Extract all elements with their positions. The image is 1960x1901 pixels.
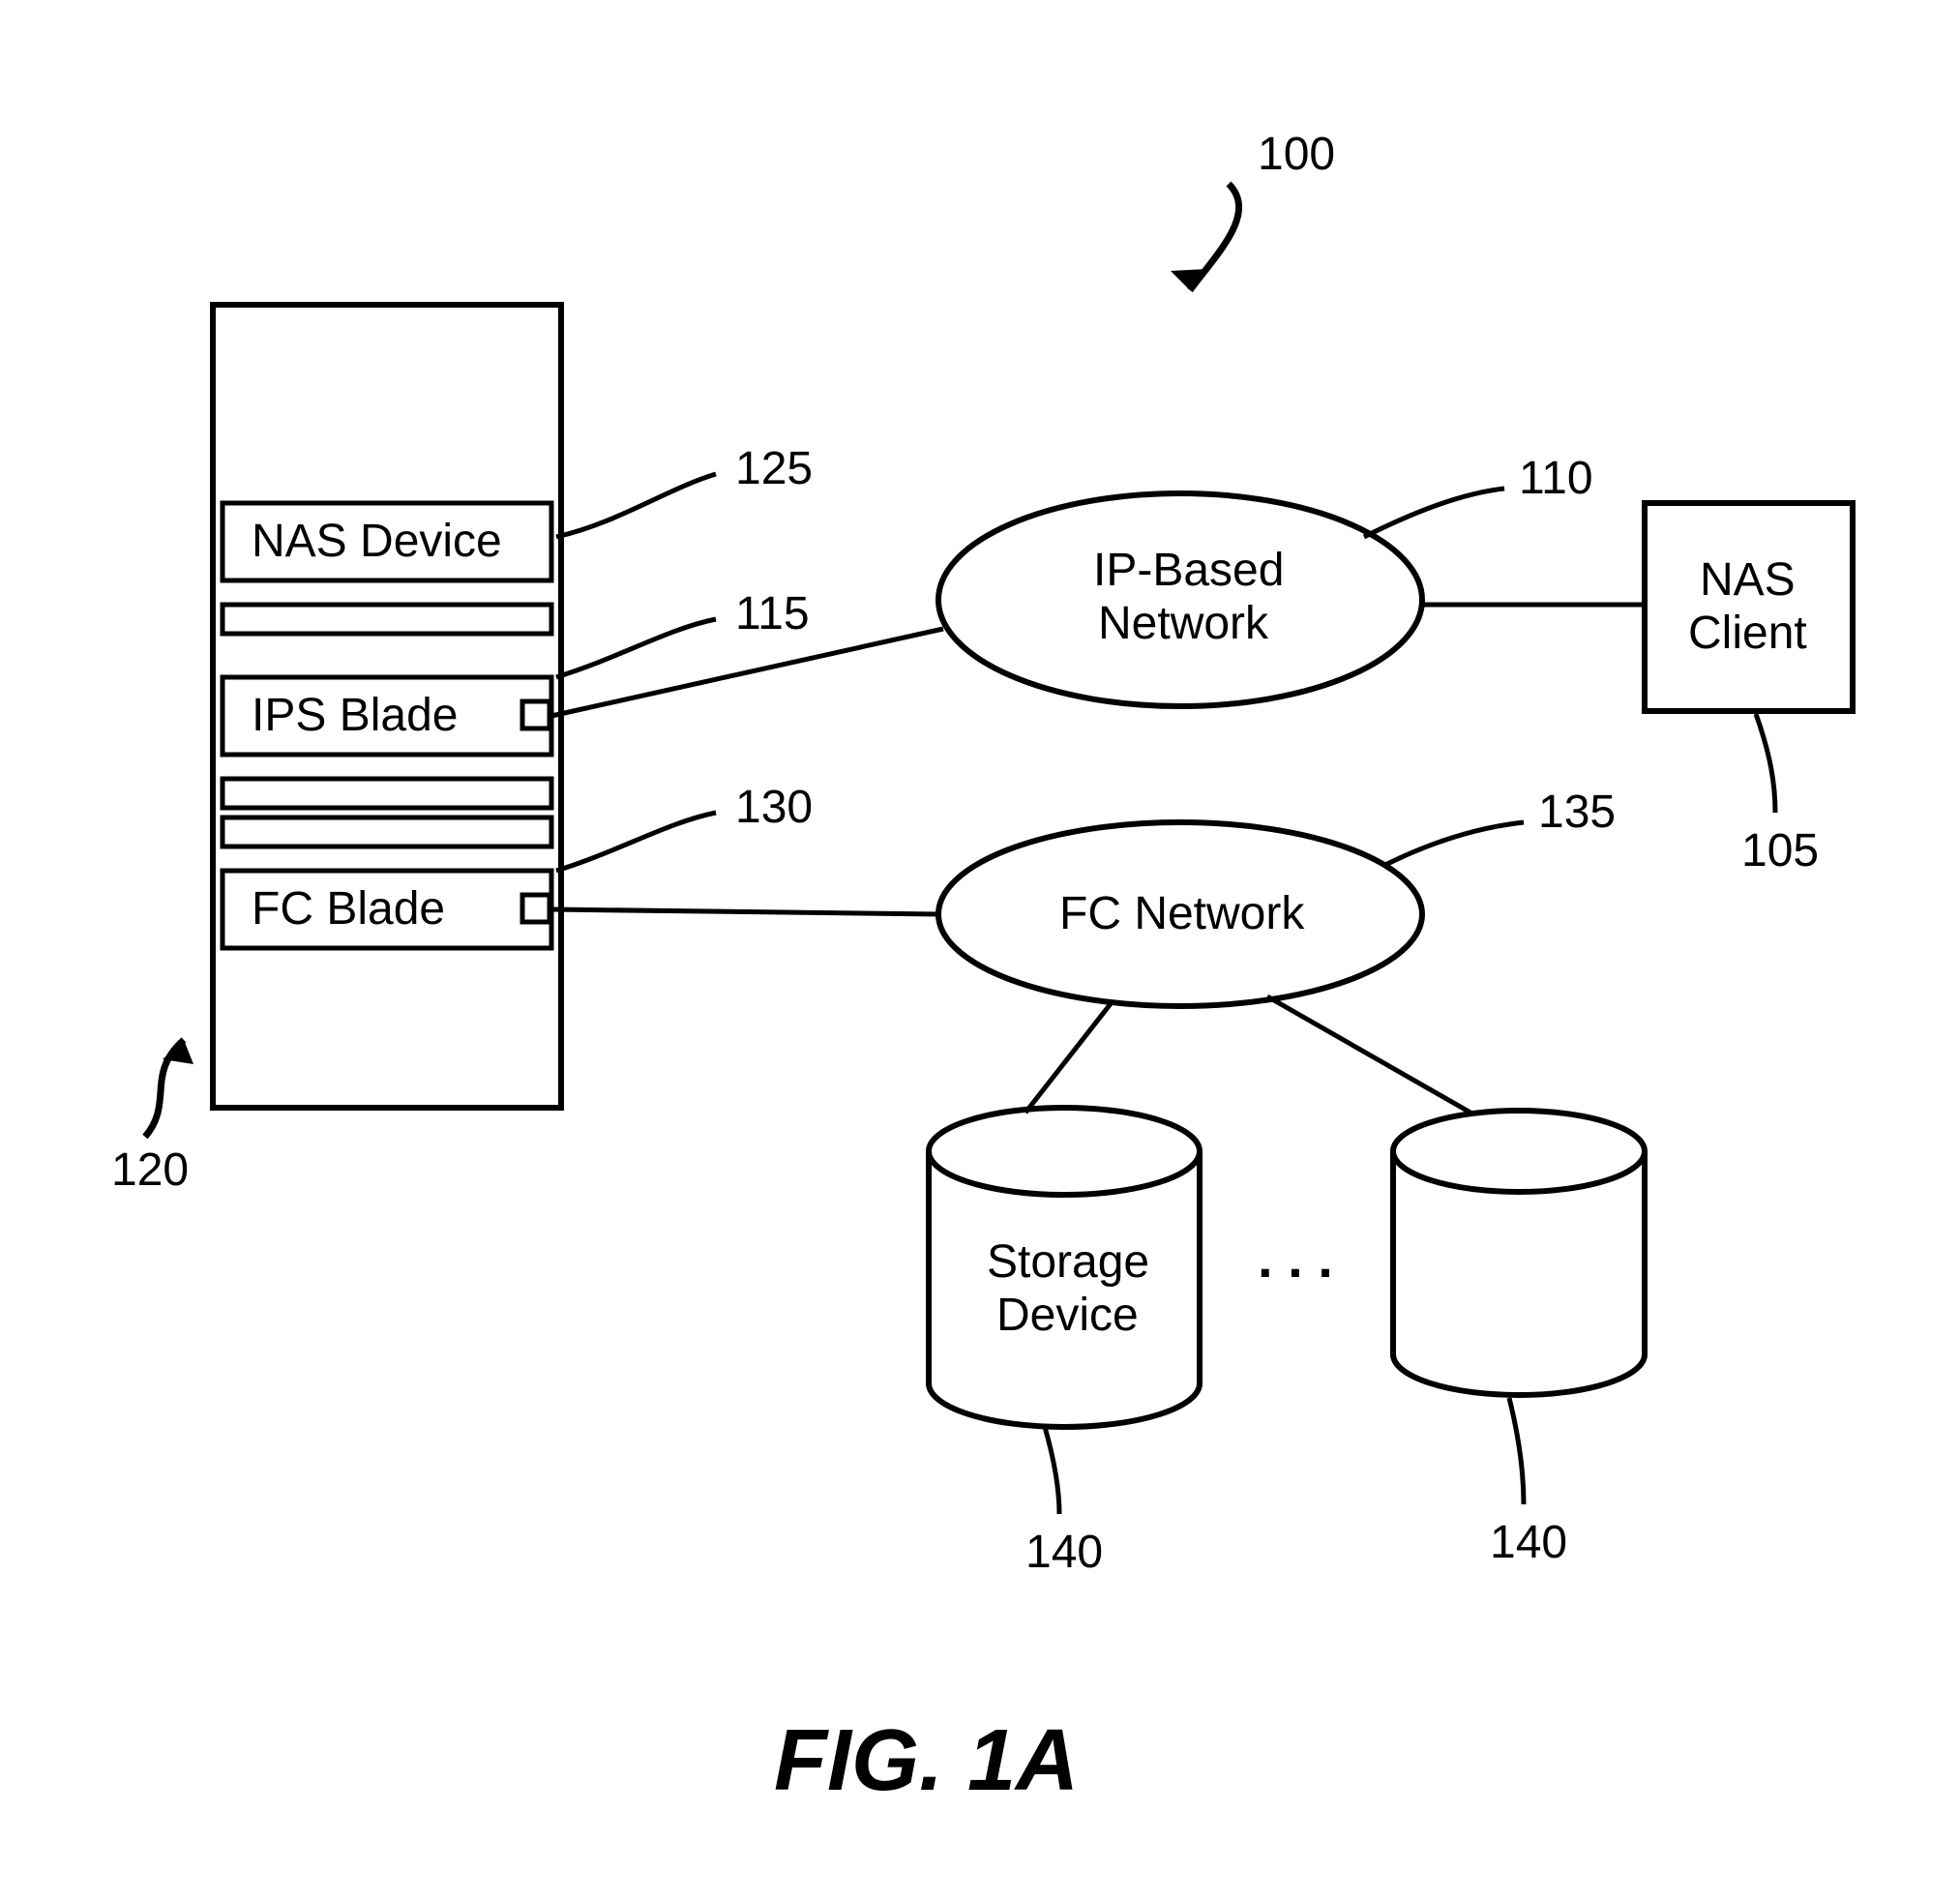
figure-label: FIG. 1A	[774, 1712, 1079, 1809]
ref-140-right: 140	[1490, 1517, 1567, 1568]
storage-left-label-2: Device	[996, 1290, 1139, 1341]
fc-network: FC Network	[938, 822, 1422, 1006]
storage-left-label-1: Storage	[987, 1236, 1149, 1288]
storage-ellipsis: . . .	[1258, 1228, 1333, 1289]
fc-blade-port	[522, 895, 549, 922]
leader-140-left	[1045, 1427, 1059, 1514]
link-fcnet-to-storage-left	[1025, 1001, 1113, 1113]
ip-network-label-2: Network	[1098, 598, 1269, 649]
nas-client: NAS Client	[1645, 503, 1853, 711]
leader-105	[1756, 714, 1775, 813]
link-fc-to-fcnet	[551, 909, 938, 914]
leader-115	[556, 619, 716, 677]
leader-130	[556, 813, 716, 871]
callout-100-arrow	[1171, 184, 1239, 290]
nas-client-label-1: NAS	[1700, 554, 1796, 606]
storage-device-left: Storage Device	[929, 1108, 1200, 1427]
ips-blade-port	[522, 701, 549, 728]
nas-device-label: NAS Device	[252, 516, 502, 567]
leader-125	[556, 474, 716, 537]
ref-105: 105	[1741, 825, 1819, 876]
link-fcnet-to-storage-right	[1267, 996, 1470, 1113]
ref-135: 135	[1538, 787, 1616, 838]
fc-network-label: FC Network	[1059, 888, 1305, 939]
ips-blade-label: IPS Blade	[252, 690, 458, 741]
leader-110	[1364, 489, 1504, 537]
link-ips-to-ipnet	[551, 629, 943, 716]
ref-120: 120	[111, 1144, 189, 1196]
empty-slot-1	[223, 605, 551, 634]
nas-client-label-2: Client	[1688, 608, 1807, 659]
empty-slot-2	[223, 779, 551, 808]
callout-120-arrow	[145, 1040, 193, 1137]
leader-135	[1383, 822, 1524, 866]
storage-device-right	[1393, 1111, 1645, 1395]
ref-125: 125	[735, 443, 813, 494]
leader-140-right	[1509, 1398, 1524, 1504]
ip-network: IP-Based Network	[938, 493, 1422, 706]
ref-115: 115	[735, 588, 810, 639]
ref-130: 130	[735, 782, 813, 833]
empty-slot-3	[223, 817, 551, 847]
ref-100: 100	[1258, 129, 1335, 180]
fc-blade-label: FC Blade	[252, 883, 445, 935]
chassis: NAS Device IPS Blade FC Blade	[213, 305, 561, 1108]
ip-network-label-1: IP-Based	[1093, 545, 1284, 596]
ref-140-left: 140	[1025, 1527, 1103, 1578]
ref-110: 110	[1519, 453, 1593, 504]
